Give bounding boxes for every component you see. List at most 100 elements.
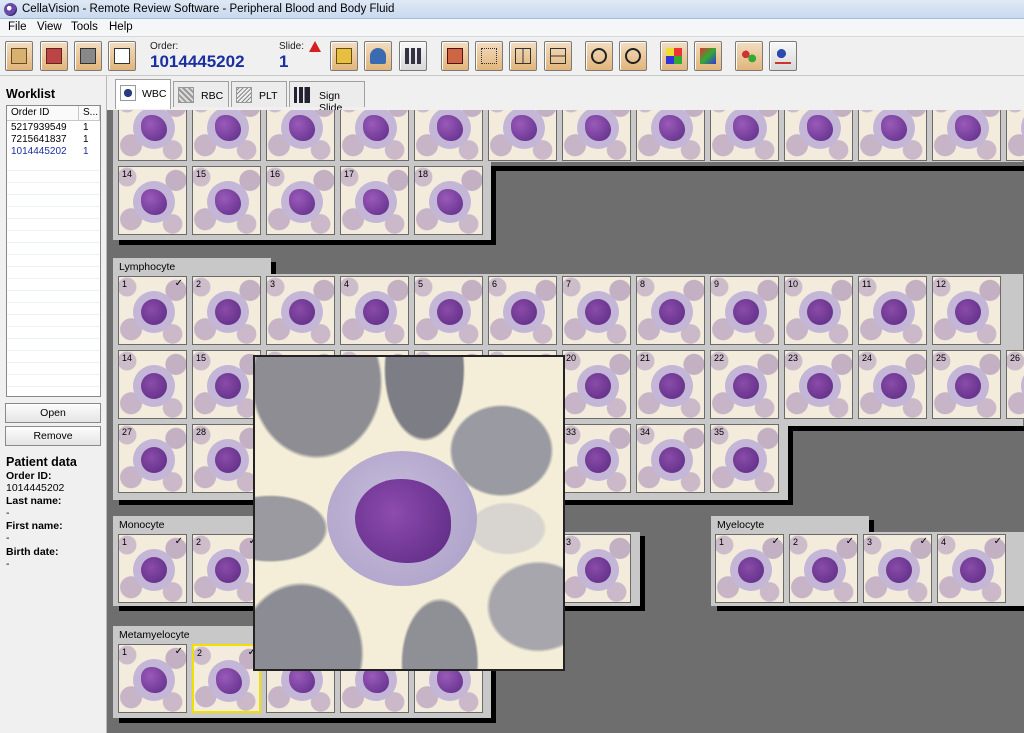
- cell-thumbnail[interactable]: 2✓: [789, 534, 858, 603]
- menu-view[interactable]: View: [37, 21, 62, 33]
- cell-thumbnail[interactable]: 8: [636, 276, 705, 345]
- cell-thumbnail[interactable]: 11: [858, 276, 927, 345]
- column-slide[interactable]: S...: [79, 106, 100, 121]
- cell-thumbnail[interactable]: 4: [340, 276, 409, 345]
- cell-thumbnail[interactable]: 2✓: [192, 644, 261, 713]
- chart-button[interactable]: [399, 41, 427, 71]
- cell-thumbnail[interactable]: 25: [932, 350, 1001, 419]
- cell-thumbnail[interactable]: 3 ✓: [863, 534, 932, 603]
- grid-line: [7, 182, 100, 183]
- cell-thumbnail[interactable]: 1 ✓: [118, 644, 187, 713]
- cell-thumbnail[interactable]: 12: [932, 276, 1001, 345]
- cell-nucleus: [363, 115, 389, 141]
- cell-thumbnail[interactable]: [488, 110, 557, 161]
- cell-thumbnail[interactable]: 33: [562, 424, 631, 493]
- cell-thumbnail[interactable]: [192, 110, 261, 161]
- cell-thumbnail[interactable]: 3: [562, 534, 631, 603]
- export-button[interactable]: [330, 41, 358, 71]
- cell-thumbnail[interactable]: 24: [858, 350, 927, 419]
- grid-line: [7, 266, 100, 267]
- table-row-selected[interactable]: 1014445202 1: [7, 146, 100, 158]
- cell-thumbnail[interactable]: 2✓: [192, 534, 261, 603]
- open-button[interactable]: Open: [5, 403, 101, 423]
- cell-thumbnail[interactable]: 28: [192, 424, 261, 493]
- cell-thumbnail[interactable]: [562, 110, 631, 161]
- cell-thumbnail[interactable]: 22: [710, 350, 779, 419]
- cell-thumbnail[interactable]: [118, 110, 187, 161]
- grid-medium-button[interactable]: [509, 41, 537, 71]
- remove-button[interactable]: [74, 41, 102, 71]
- cell-thumbnail[interactable]: 15: [192, 350, 261, 419]
- cell-thumbnail[interactable]: 15: [192, 166, 261, 235]
- grid-line: [7, 386, 100, 387]
- column-order-id[interactable]: Order ID: [7, 106, 79, 121]
- cell-thumbnail[interactable]: [710, 110, 779, 161]
- color-button[interactable]: [660, 41, 688, 71]
- cell-thumbnail[interactable]: 1 ✓: [118, 534, 187, 603]
- cell-thumbnail[interactable]: 23: [784, 350, 853, 419]
- menu-file[interactable]: File: [8, 21, 27, 33]
- cell-thumbnail[interactable]: [858, 110, 927, 161]
- menu-help[interactable]: Help: [109, 21, 133, 33]
- tab-plt[interactable]: PLT: [231, 81, 287, 107]
- info-button[interactable]: [769, 41, 797, 71]
- cell-thumbnail[interactable]: 6: [488, 276, 557, 345]
- tab-rbc[interactable]: RBC: [173, 81, 229, 107]
- cell-thumbnail[interactable]: 9: [710, 276, 779, 345]
- refresh-button[interactable]: [694, 41, 722, 71]
- cell-thumbnail[interactable]: [784, 110, 853, 161]
- grid-small-button[interactable]: [475, 41, 503, 71]
- tab-sign-slide[interactable]: Sign Slide: [289, 81, 365, 114]
- tab-wbc[interactable]: WBC: [115, 79, 171, 109]
- zoom-in-button[interactable]: [585, 41, 613, 71]
- cell-thumbnail[interactable]: 1 ✓: [715, 534, 784, 603]
- report-button[interactable]: [108, 41, 136, 71]
- cell-thumbnail[interactable]: 2: [192, 276, 261, 345]
- cell-nucleus: [585, 115, 611, 141]
- cell-zoom-popup[interactable]: [253, 355, 565, 671]
- cell-thumbnail[interactable]: 18: [414, 166, 483, 235]
- cell-thumbnail[interactable]: 5: [414, 276, 483, 345]
- cell-thumbnail[interactable]: 26: [1006, 350, 1024, 419]
- cell-nucleus: [289, 189, 315, 215]
- grid-line: [7, 326, 100, 327]
- cell-nucleus: [659, 115, 685, 141]
- cell-thumbnail[interactable]: 27: [118, 424, 187, 493]
- cell-thumbnail[interactable]: 16: [266, 166, 335, 235]
- cell-thumbnail[interactable]: [266, 110, 335, 161]
- cell-thumbnail[interactable]: 10: [784, 276, 853, 345]
- cells-button[interactable]: [735, 41, 763, 71]
- cell-thumbnail[interactable]: 14: [118, 166, 187, 235]
- cell-thumbnail[interactable]: 3: [266, 276, 335, 345]
- person-button[interactable]: [364, 41, 392, 71]
- cell-thumbnail[interactable]: 34: [636, 424, 705, 493]
- cell-thumbnail[interactable]: 20: [562, 350, 631, 419]
- cell-thumbnail[interactable]: 1 ✓: [118, 276, 187, 345]
- grid-line: [7, 338, 100, 339]
- cell-thumbnail[interactable]: [932, 110, 1001, 161]
- cell-thumbnail[interactable]: 21: [636, 350, 705, 419]
- table-row[interactable]: 7215641837 1: [7, 134, 100, 146]
- worklist-table[interactable]: Order ID S... 5217939549 1 7215641837 1 …: [6, 105, 101, 397]
- cell-thumbnail[interactable]: 35: [710, 424, 779, 493]
- cell-thumbnail[interactable]: [1006, 110, 1024, 161]
- report-icon: [114, 48, 130, 64]
- cell-nucleus: [807, 299, 833, 325]
- zoom-out-button[interactable]: [619, 41, 647, 71]
- cell-thumbnail[interactable]: [340, 110, 409, 161]
- cell-thumbnail[interactable]: [414, 110, 483, 161]
- cell-thumbnail[interactable]: 14: [118, 350, 187, 419]
- cell-thumbnail[interactable]: 17: [340, 166, 409, 235]
- wbc-icon: [120, 85, 136, 101]
- table-row[interactable]: 5217939549 1: [7, 122, 100, 134]
- remove-button[interactable]: Remove: [5, 426, 101, 446]
- slide-view-button[interactable]: [441, 41, 469, 71]
- cell-thumbnail[interactable]: [636, 110, 705, 161]
- grid-line: [7, 278, 100, 279]
- cell-thumbnail[interactable]: 7: [562, 276, 631, 345]
- open-button[interactable]: [5, 41, 33, 71]
- worklist-button[interactable]: [40, 41, 68, 71]
- grid-large-button[interactable]: [544, 41, 572, 71]
- cell-thumbnail[interactable]: 4 ✓: [937, 534, 1006, 603]
- menu-tools[interactable]: Tools: [71, 21, 98, 33]
